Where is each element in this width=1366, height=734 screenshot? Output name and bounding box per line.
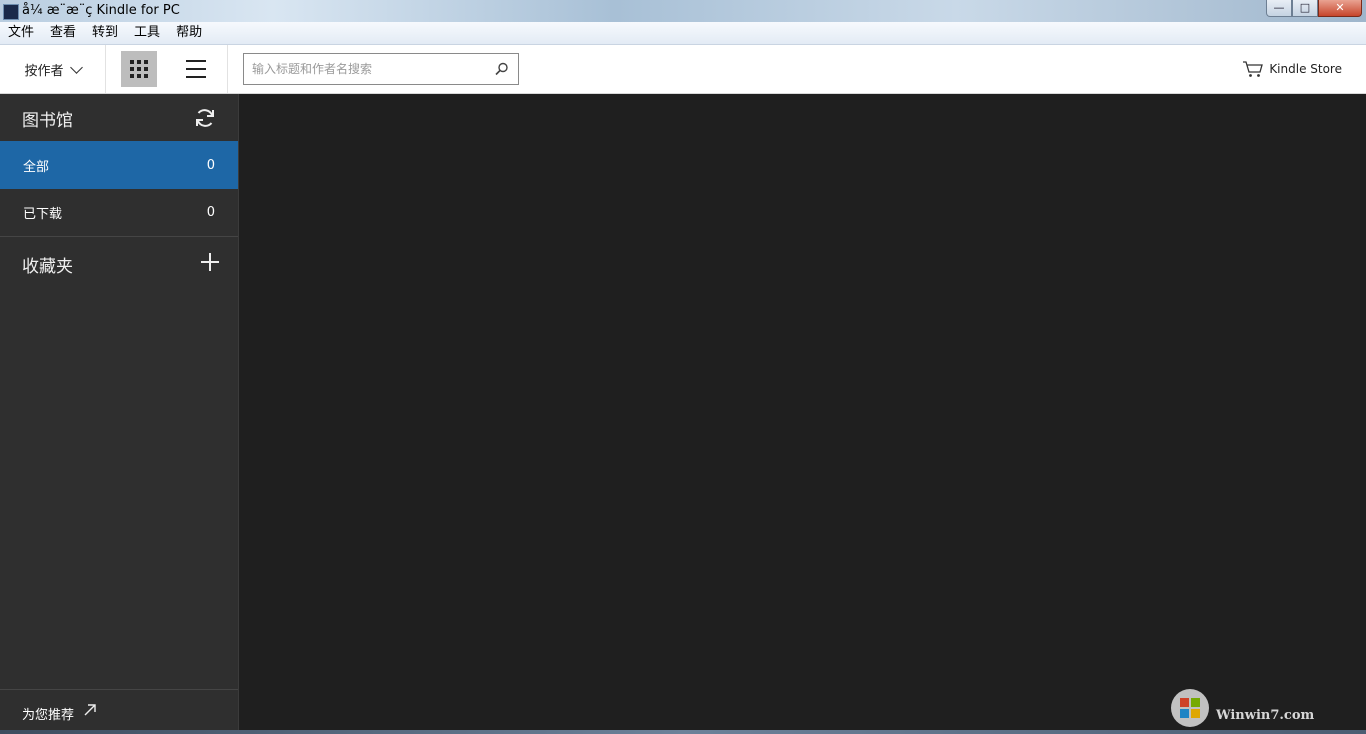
library-title: 图书馆 [22,111,73,131]
window-title: å¼ æ¨æ¨ç Kindle for PC [22,3,180,18]
chevron-down-icon [69,60,83,74]
sidebar-item-label: 全部 [23,159,50,175]
external-link-icon [84,704,96,716]
kindle-store-link[interactable]: Kindle Store [1242,45,1342,93]
collections-title: 收藏夹 [22,257,73,277]
grid-view-button[interactable] [121,51,157,87]
menu-bar: 文件 查看 转到 工具 帮助 [0,22,1366,45]
search-icon[interactable] [495,62,509,76]
list-icon [186,60,206,62]
sort-label: 按作者 [24,63,64,79]
list-view-button[interactable] [178,51,214,87]
add-collection-icon[interactable] [200,252,220,272]
watermark-text: Winwin7.com [1216,708,1315,723]
toolbar-divider [227,45,228,93]
sidebar-item-count: 0 [206,157,215,173]
minimize-button[interactable]: — [1266,0,1292,17]
taskbar-edge [0,730,1366,734]
maximize-button[interactable]: □ [1292,0,1318,17]
sidebar-item-downloaded[interactable]: 已下载 0 [0,189,238,237]
collections-header: 收藏夹 [0,238,238,286]
cart-icon [1243,61,1264,77]
menu-goto[interactable]: 转到 [84,22,126,44]
recommend-label: 为您推荐 [22,708,75,723]
search-box [243,53,519,85]
kindle-app-icon [3,4,19,20]
watermark: Winwin7.com [1168,684,1358,730]
library-content [240,94,1366,730]
windows-logo-icon [1171,689,1209,727]
window-controls: — □ ✕ [1266,0,1362,18]
kindle-store-label: Kindle Store [1269,62,1342,76]
title-bar: å¼ æ¨æ¨ç Kindle for PC — □ ✕ [0,0,1366,22]
sidebar: 图书馆 全部 0 已下载 0 收藏夹 为您推荐 [0,94,239,734]
sidebar-item-label: 已下载 [23,207,63,222]
menu-view[interactable]: 查看 [42,22,84,44]
recommendations-link[interactable]: 为您推荐 [0,689,238,734]
menu-help[interactable]: 帮助 [168,22,210,44]
sidebar-item-all[interactable]: 全部 0 [0,141,238,189]
search-input[interactable] [244,54,500,84]
close-button[interactable]: ✕ [1318,0,1362,17]
menu-file[interactable]: 文件 [0,22,42,44]
library-header: 图书馆 [0,94,238,141]
grid-icon [130,60,148,78]
sort-dropdown[interactable]: 按作者 [0,45,106,93]
sidebar-item-count: 0 [206,205,215,220]
toolbar: 按作者 Kindle Store [0,45,1366,94]
sync-icon[interactable] [193,106,217,130]
menu-tools[interactable]: 工具 [126,22,168,44]
